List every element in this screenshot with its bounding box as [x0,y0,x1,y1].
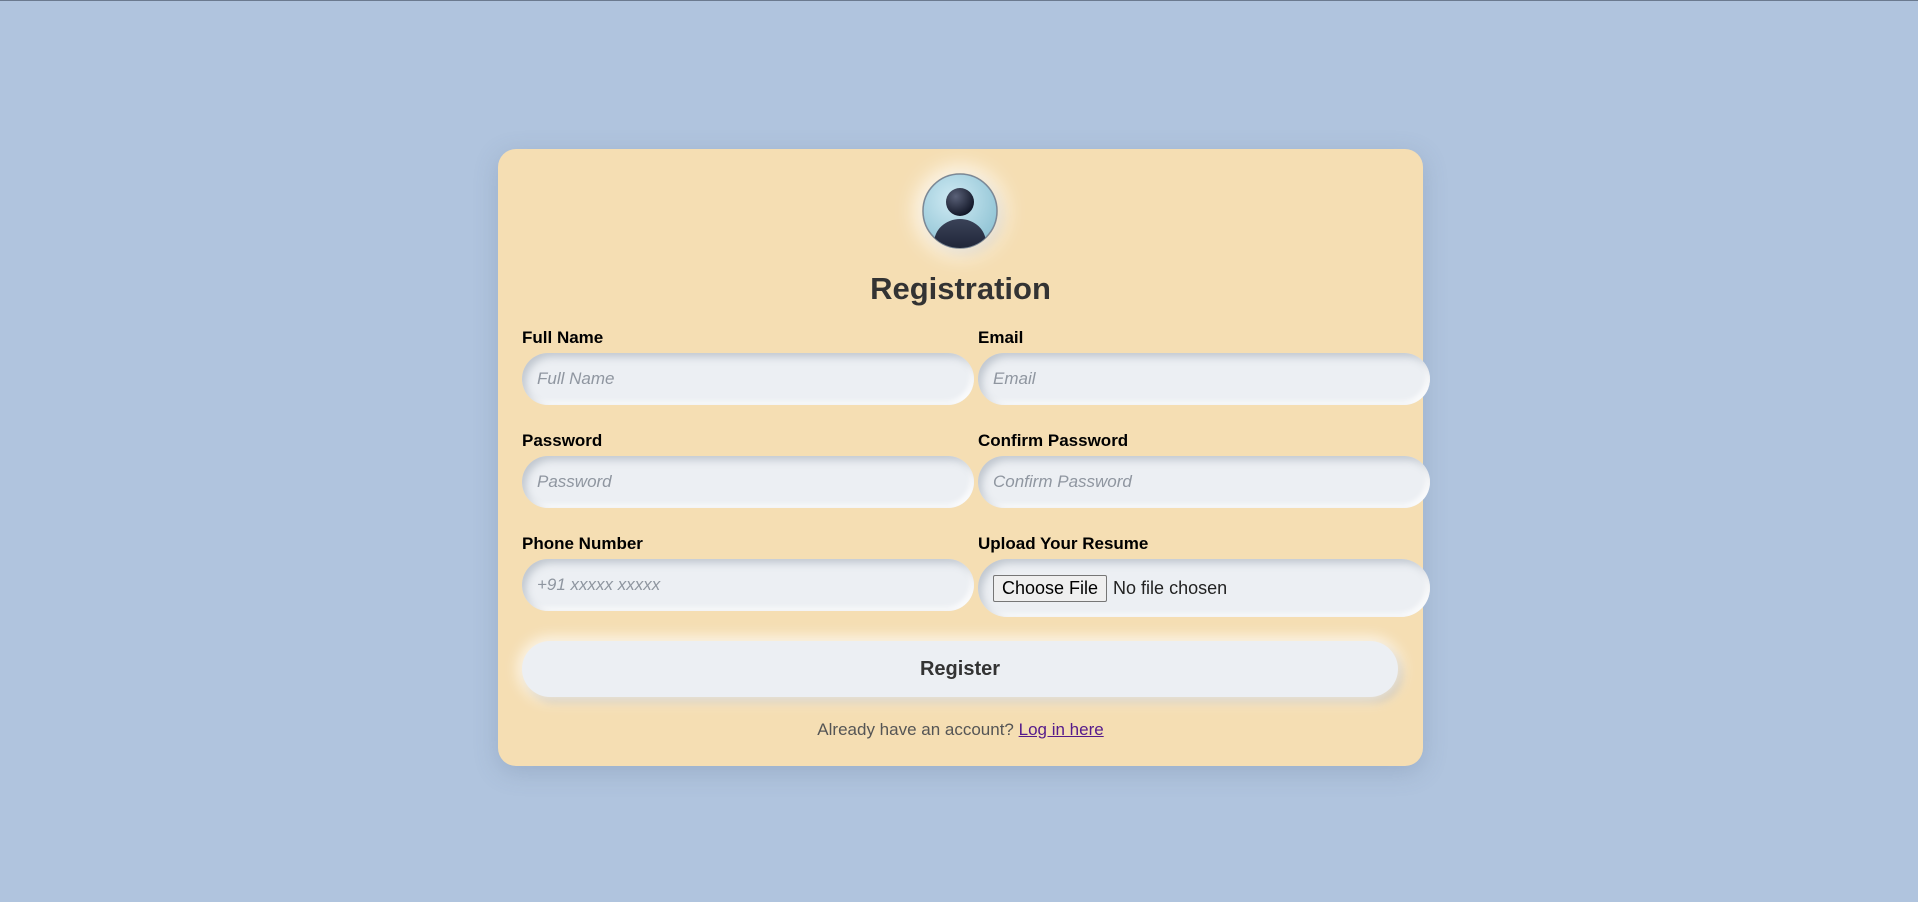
register-button[interactable]: Register [522,641,1398,697]
password-group: Password [522,430,974,508]
password-input[interactable] [522,456,974,508]
resume-upload-group: Upload Your Resume Choose File No file c… [978,533,1430,617]
phone-input[interactable] [522,559,974,611]
full-name-input[interactable] [522,353,974,405]
resume-label: Upload Your Resume [978,534,1149,553]
file-status: No file chosen [1113,577,1228,598]
confirm-password-input[interactable] [978,456,1430,508]
login-prompt-text: Already have an account? [817,720,1014,739]
email-group: Email [978,327,1430,405]
full-name-label: Full Name [522,328,604,347]
choose-file-button[interactable]: Choose File [993,574,1108,602]
login-prompt: Already have an account? Log in here [498,720,1423,740]
password-label: Password [522,431,603,450]
login-link[interactable]: Log in here [1019,720,1104,739]
phone-label: Phone Number [522,534,643,553]
resume-file-input[interactable]: Choose File No file chosen [978,559,1430,617]
email-label: Email [978,328,1024,347]
confirm-password-group: Confirm Password [978,430,1430,508]
email-input[interactable] [978,353,1430,405]
page-title: Registration [870,271,1051,306]
full-name-group: Full Name [522,327,974,405]
registration-card: Registration Full Name Email Password Co… [498,149,1430,766]
confirm-password-label: Confirm Password [978,431,1129,450]
phone-group: Phone Number [522,533,974,611]
user-avatar-icon [922,173,998,249]
